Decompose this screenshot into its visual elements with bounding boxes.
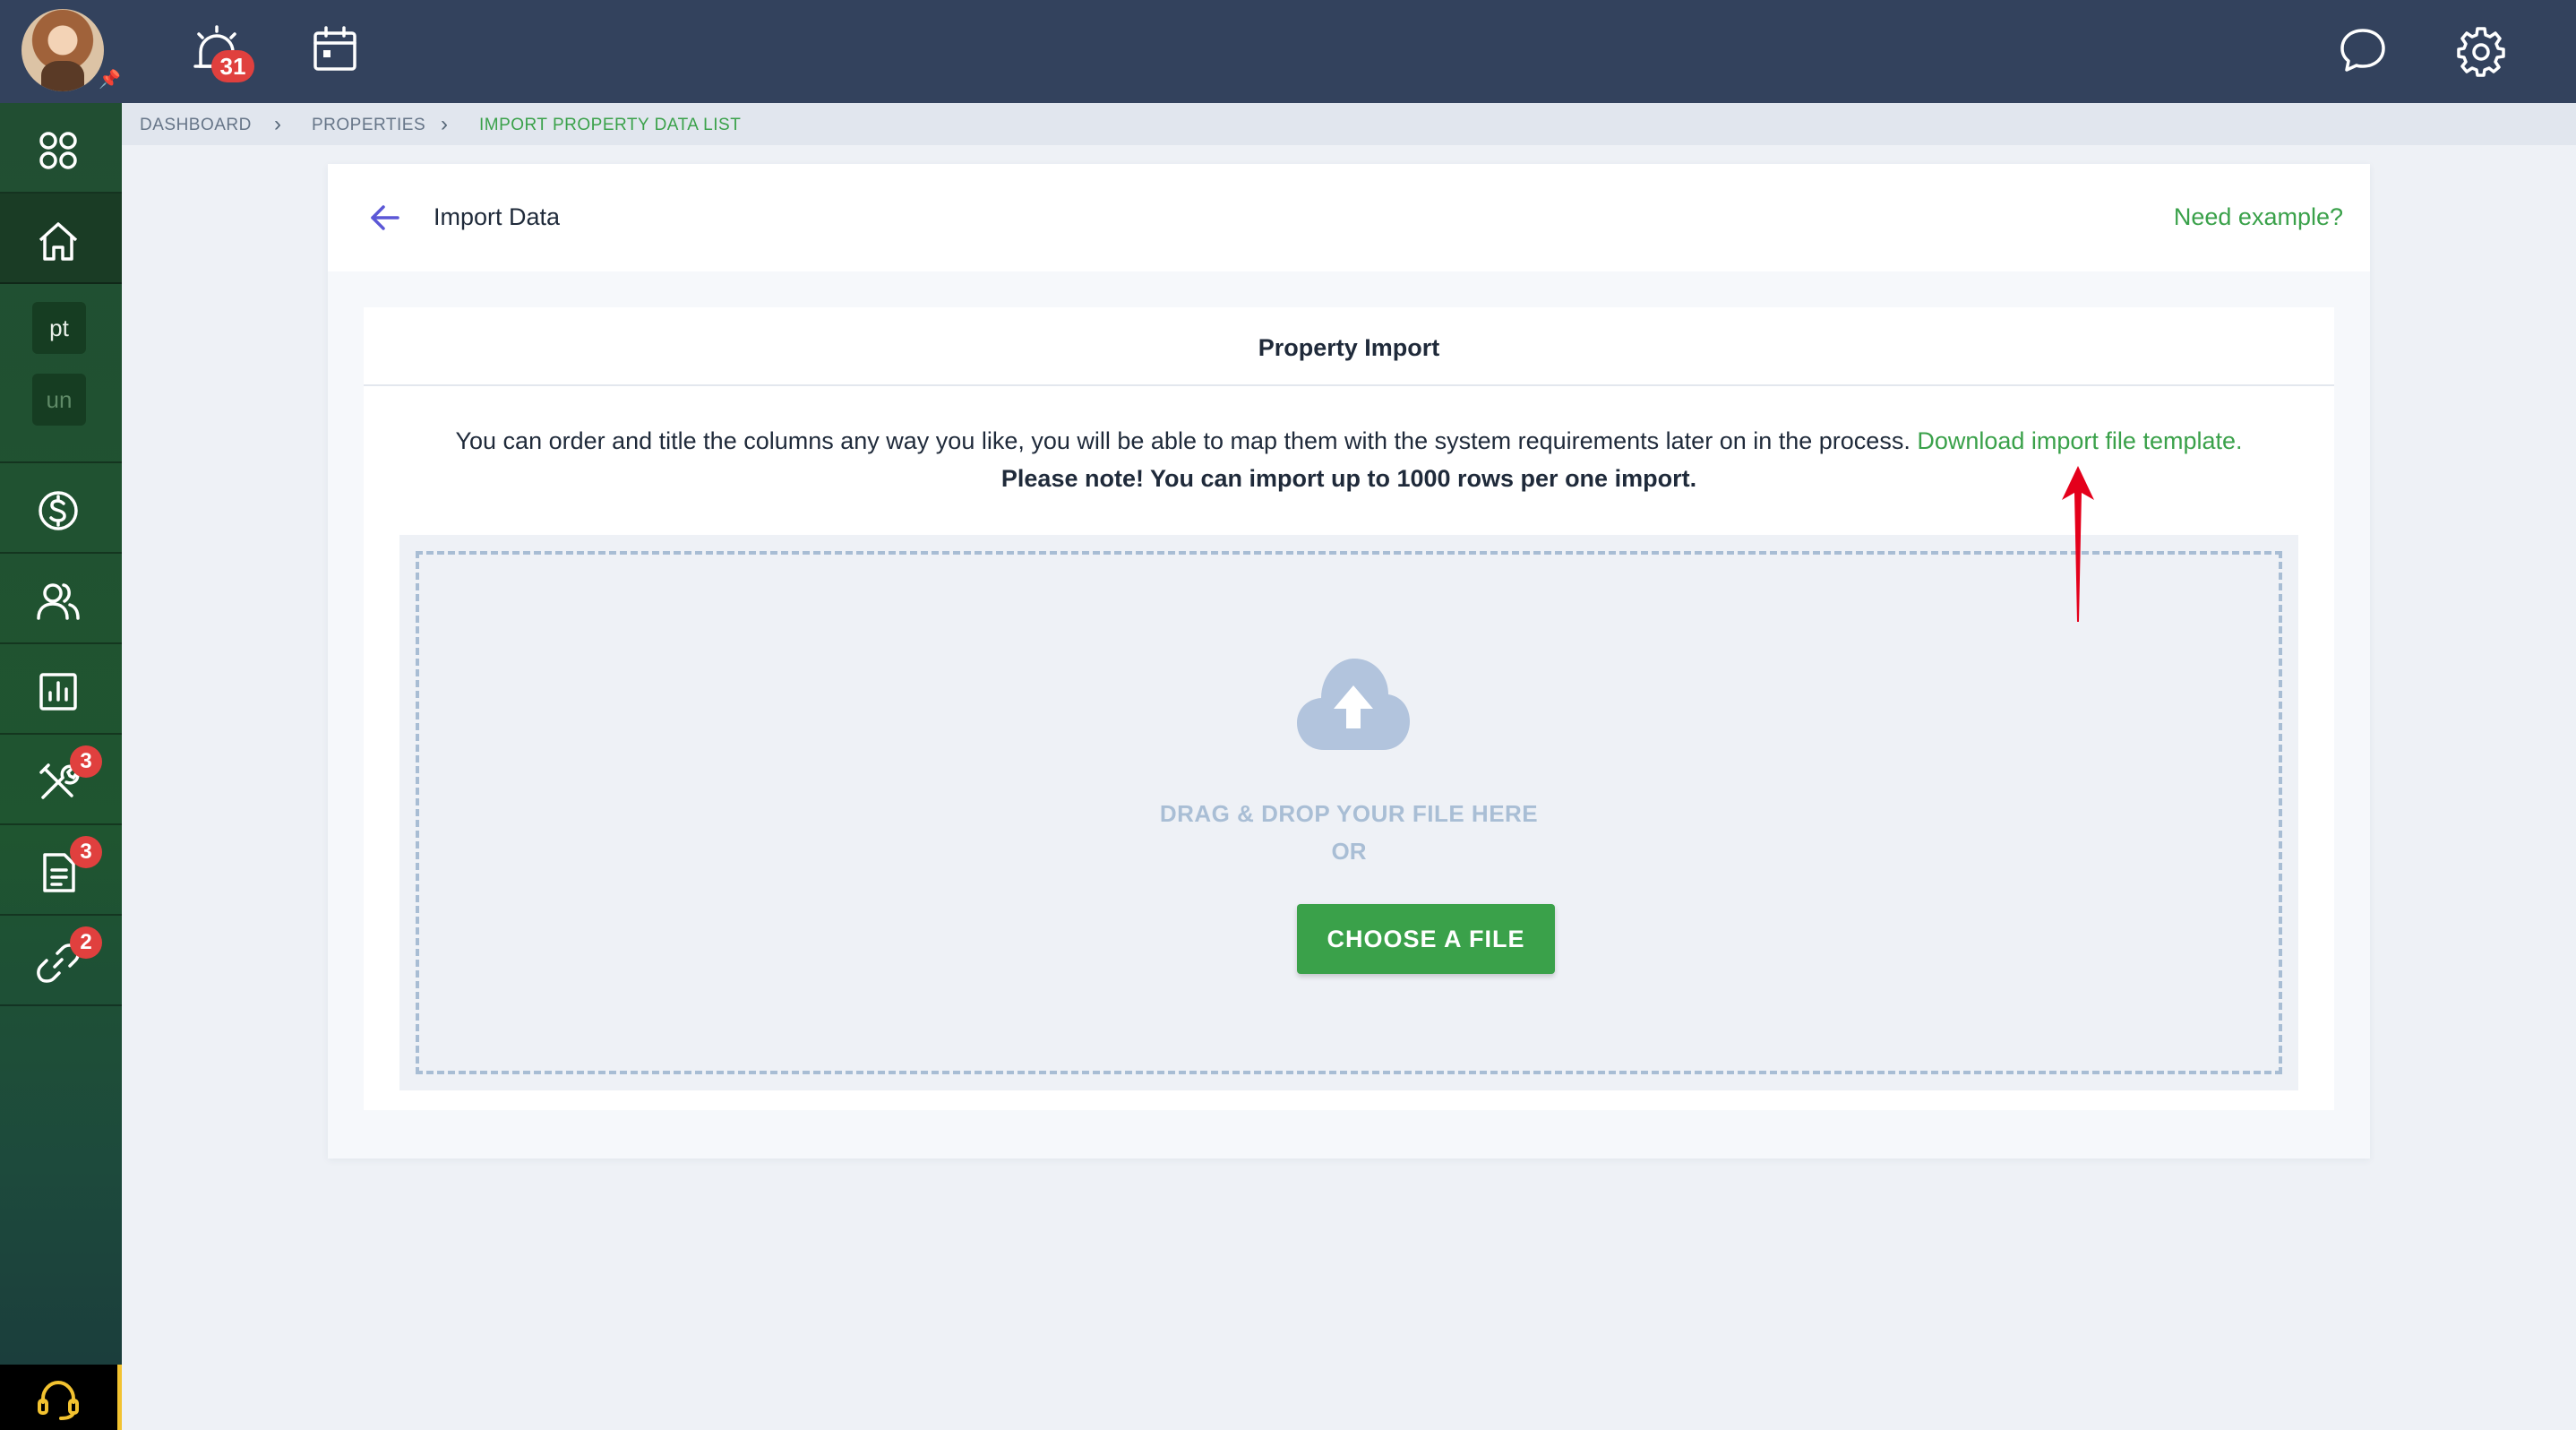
link-icon[interactable]: 2 — [0, 916, 122, 1006]
panel-title: Property Import — [1258, 334, 1440, 361]
property-import-panel: Property Import You can order and title … — [364, 307, 2334, 1110]
pin-icon[interactable]: 📌 — [99, 70, 121, 90]
workspace-chip-un[interactable]: un — [32, 374, 86, 426]
apps-grid-icon[interactable] — [0, 103, 122, 194]
dollar-icon[interactable] — [0, 463, 122, 554]
file-dropzone[interactable]: DRAG & DROP YOUR FILE HERE OR CHOOSE A F… — [399, 535, 2298, 1090]
home-icon[interactable] — [0, 194, 122, 284]
annotation-arrow-icon — [2062, 466, 2094, 622]
alerts-badge: 31 — [211, 50, 254, 82]
import-limit-note: Please note! You can import up to 1000 r… — [1000, 465, 1697, 492]
breadcrumb-dashboard[interactable]: DASHBOARD — [140, 116, 252, 135]
workspace-switcher: pt un — [0, 284, 122, 463]
description-text: You can order and title the columns any … — [455, 427, 1918, 454]
chat-icon[interactable] — [2336, 23, 2390, 77]
breadcrumb: DASHBOARD › PROPERTIES › IMPORT PROPERTY… — [122, 103, 2576, 145]
documents-badge: 3 — [70, 836, 102, 868]
workspace-chip-pt[interactable]: pt — [32, 302, 86, 354]
import-card: Import Data Need example? Property Impor… — [328, 164, 2370, 1159]
card-header: Import Data Need example? — [328, 164, 2370, 271]
page-title: Import Data — [434, 203, 561, 230]
chevron-right-icon: › — [441, 112, 448, 136]
panel-header: Property Import — [364, 307, 2334, 386]
top-bar: 📌 31 — [0, 0, 2576, 103]
gear-icon[interactable] — [2454, 23, 2508, 77]
headset-icon — [38, 1380, 79, 1420]
tools-icon[interactable]: 3 — [0, 735, 122, 825]
import-description: You can order and title the columns any … — [364, 427, 2334, 455]
support-button[interactable] — [0, 1365, 122, 1430]
chevron-right-icon: › — [274, 112, 281, 136]
choose-file-button[interactable]: CHOOSE A FILE — [1297, 904, 1555, 974]
back-arrow-icon[interactable] — [367, 200, 403, 236]
document-icon[interactable]: 3 — [0, 825, 122, 916]
download-template-link[interactable]: Download import file template. — [1917, 427, 2242, 454]
drag-drop-text: DRAG & DROP YOUR FILE HERE — [1159, 800, 1539, 827]
calendar-icon[interactable] — [308, 23, 362, 77]
tools-badge: 3 — [70, 745, 102, 778]
need-example-link[interactable]: Need example? — [2174, 203, 2343, 231]
links-badge: 2 — [70, 926, 102, 959]
breadcrumb-properties[interactable]: PROPERTIES — [312, 116, 425, 135]
breadcrumb-current: IMPORT PROPERTY DATA LIST — [479, 116, 742, 134]
chart-icon[interactable] — [0, 644, 122, 735]
user-avatar[interactable] — [21, 9, 104, 91]
or-text: OR — [1331, 838, 1367, 865]
cloud-upload-icon — [1297, 659, 1410, 750]
sidebar: pt un 3 3 2 — [0, 103, 122, 1430]
users-icon[interactable] — [0, 554, 122, 644]
